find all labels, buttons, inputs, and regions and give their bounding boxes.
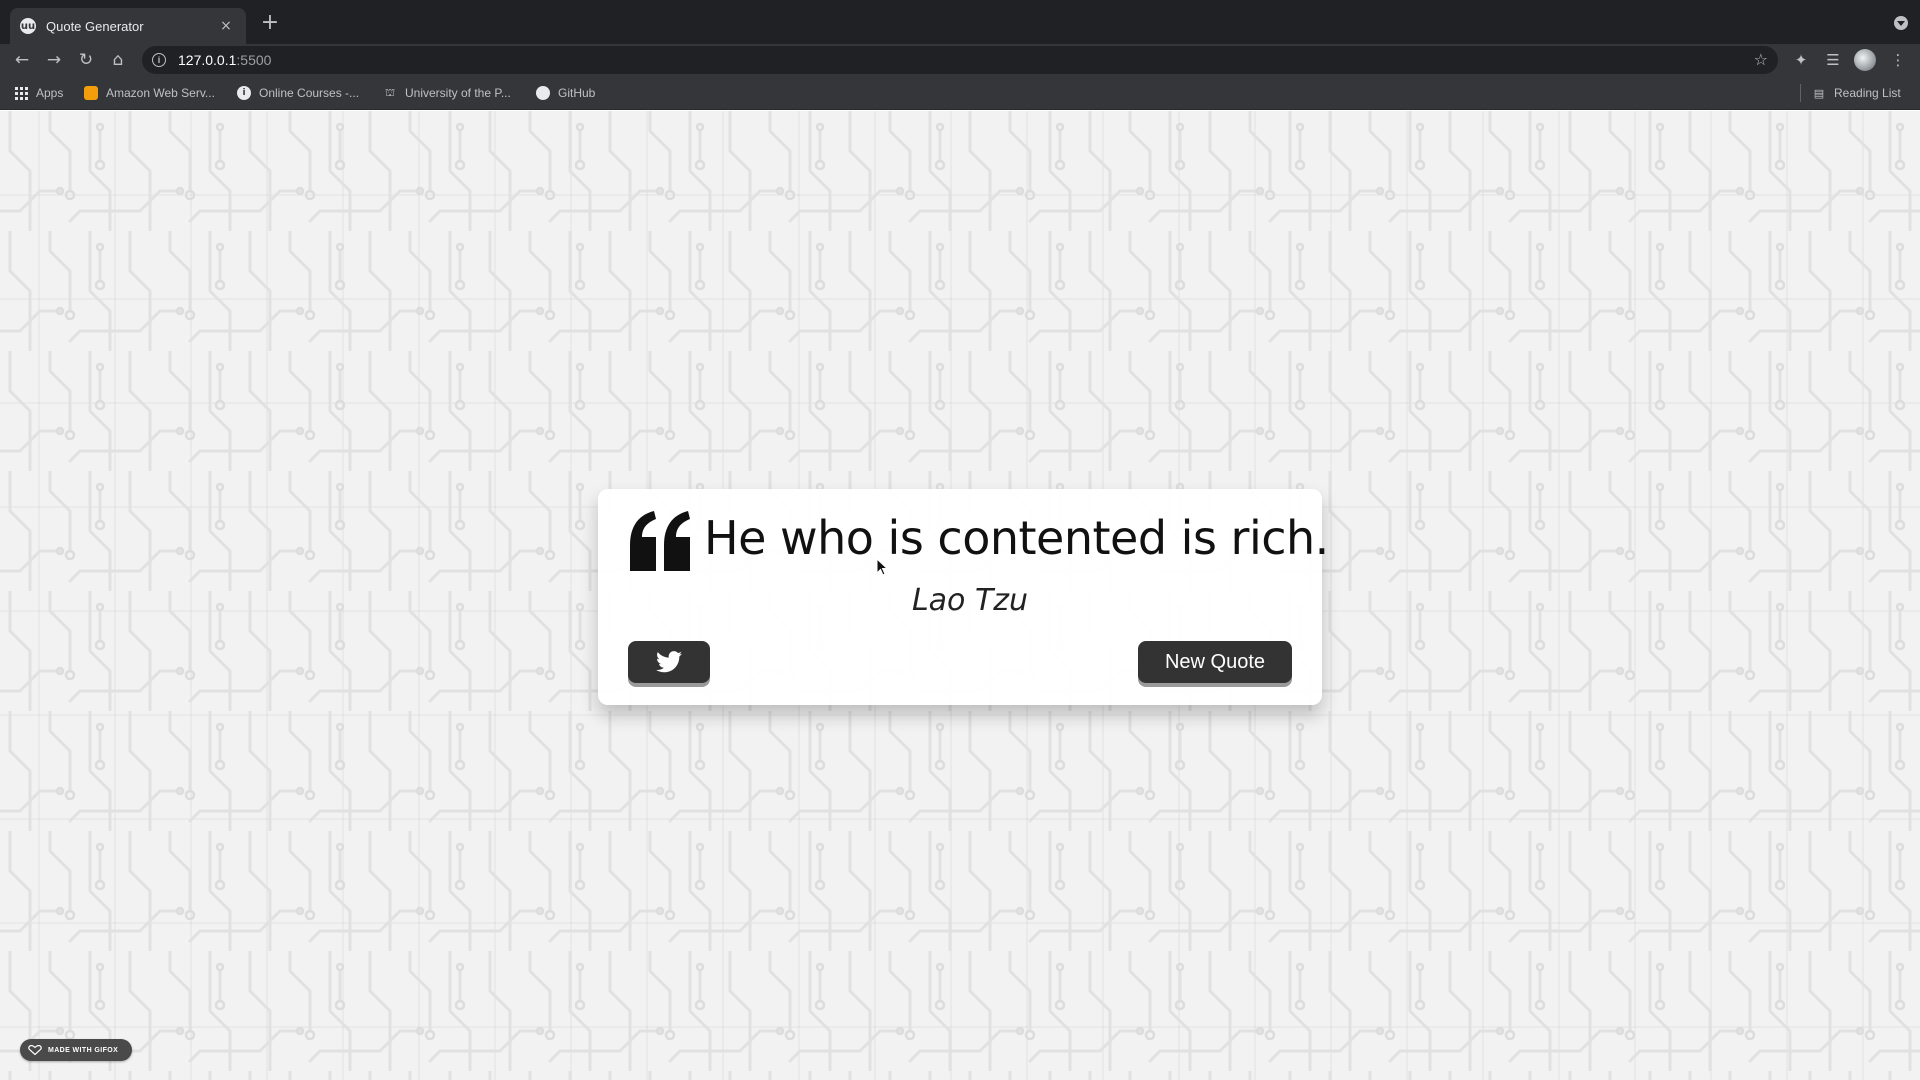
bookmark-label: Online Courses -...: [259, 86, 360, 100]
github-icon: [536, 86, 550, 100]
bookmark-label: GitHub: [558, 86, 596, 100]
mouse-cursor-icon: [876, 558, 888, 576]
gifox-badge[interactable]: MADE WITH GIFOX: [20, 1039, 132, 1061]
button-container: New Quote: [628, 641, 1292, 687]
home-button[interactable]: ⌂: [106, 48, 130, 72]
quote-left-icon: [630, 511, 690, 571]
tab-search-icon[interactable]: [1894, 16, 1908, 30]
new-tab-button[interactable]: +: [258, 11, 282, 35]
reload-button[interactable]: ↻: [74, 48, 98, 72]
back-button[interactable]: ←: [10, 48, 34, 72]
tab-favicon-icon: uu: [20, 18, 36, 34]
new-quote-button[interactable]: New Quote: [1138, 641, 1292, 683]
bookmark-aws[interactable]: Amazon Web Serv...: [84, 84, 215, 102]
aws-icon: [84, 86, 98, 100]
url-port: :5500: [236, 52, 272, 68]
gifox-label: MADE WITH GIFOX: [48, 1046, 119, 1054]
tab-close-icon[interactable]: ×: [216, 18, 236, 34]
bookmark-university[interactable]: ⛫ University of the P...: [383, 84, 511, 102]
gifox-heart-icon: [28, 1045, 42, 1055]
bookmark-label: University of the P...: [405, 86, 511, 100]
quote-container: He who is contented is rich. Lao Tzu New…: [598, 489, 1329, 705]
bookmarks-bar: Apps Amazon Web Serv... i Online Courses…: [0, 76, 1920, 110]
tab-title: Quote Generator: [46, 18, 144, 34]
tab-quote-generator[interactable]: uu Quote Generator ×: [10, 8, 246, 44]
bookmarks-divider: [1800, 84, 1801, 102]
url-text[interactable]: 127.0.0.1:5500: [178, 52, 271, 68]
twitter-button[interactable]: [628, 641, 710, 683]
address-bar[interactable]: i 127.0.0.1:5500 ☆: [142, 46, 1778, 74]
quote-row: He who is contented is rich.: [628, 505, 1329, 577]
bookmark-github[interactable]: GitHub: [536, 84, 595, 102]
profile-avatar[interactable]: [1854, 49, 1876, 71]
media-control-icon[interactable]: ☰: [1821, 48, 1845, 72]
browser-tab-bar: uu Quote Generator × +: [0, 0, 1920, 44]
quote-author: Lao Tzu: [911, 583, 1029, 618]
bookmark-star-icon[interactable]: ☆: [1754, 50, 1768, 69]
reading-list-icon: ▤: [1813, 86, 1825, 100]
url-host: 127.0.0.1: [178, 52, 237, 68]
extensions-puzzle-icon[interactable]: ✦: [1789, 48, 1813, 72]
bookmark-label: Apps: [36, 86, 64, 100]
apps-grid-icon: [14, 86, 28, 100]
browser-menu-icon[interactable]: ⋮: [1886, 48, 1910, 72]
bookmark-apps[interactable]: Apps: [14, 84, 63, 102]
page-viewport: He who is contented is rich. Lao Tzu New…: [0, 111, 1920, 1080]
twitter-icon: [656, 651, 682, 673]
browser-toolbar: ← → ↻ ⌂ i 127.0.0.1:5500 ☆ ✦ ☰ ⋮: [0, 44, 1920, 76]
bookmark-online-courses[interactable]: i Online Courses -...: [237, 84, 359, 102]
reading-list-label: Reading List: [1834, 86, 1901, 100]
forward-button[interactable]: →: [42, 48, 66, 72]
online-courses-icon: i: [237, 86, 251, 100]
bookmark-label: Amazon Web Serv...: [106, 86, 215, 100]
site-info-icon[interactable]: i: [152, 53, 166, 67]
reading-list-button[interactable]: ▤ Reading List: [1812, 84, 1901, 102]
quote-text: He who is contented is rich.: [704, 511, 1329, 565]
university-icon: ⛫: [384, 85, 396, 99]
